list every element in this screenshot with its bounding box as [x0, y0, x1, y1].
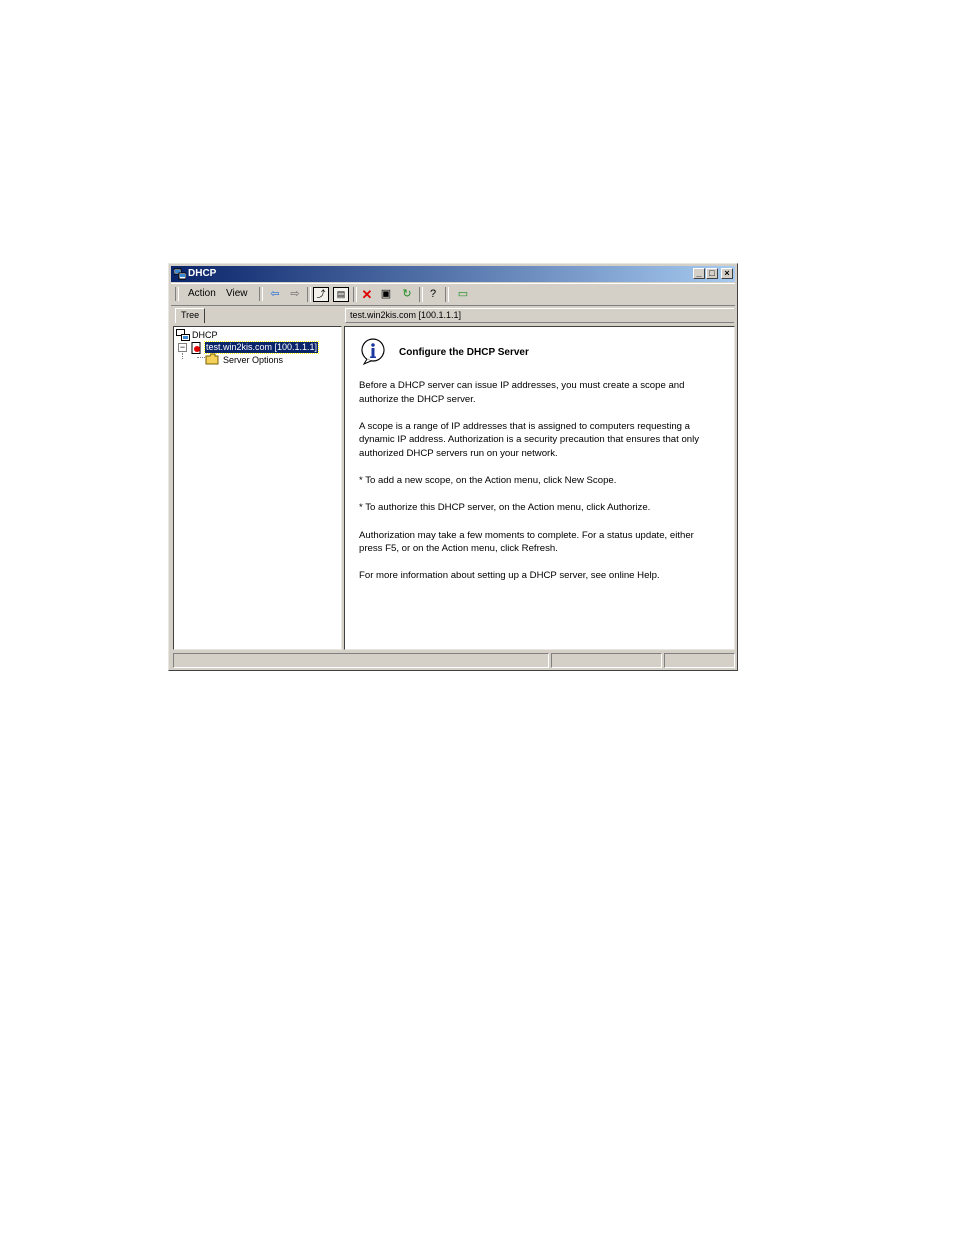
close-icon: ×	[724, 268, 730, 278]
help-text: Before a DHCP server can issue IP addres…	[359, 379, 709, 597]
toolbar-separator	[353, 287, 357, 302]
menu-toolbar: Action View ⇦ ⇨ ⤴ ▤ ✕ ▣ ↻ ? ▭	[171, 283, 735, 306]
maximize-button[interactable]: □	[706, 268, 718, 279]
menu-grip[interactable]	[175, 287, 179, 301]
close-button[interactable]: ×	[721, 268, 733, 279]
tree-node-server-options[interactable]: Server Options	[223, 355, 283, 366]
minimize-icon: _	[696, 268, 702, 278]
menu-view[interactable]: View	[226, 288, 248, 299]
tree-node-dhcp[interactable]: DHCP	[192, 330, 218, 341]
status-bar	[173, 653, 735, 668]
info-icon	[361, 338, 385, 365]
paragraph-scope: A scope is a range of IP addresses that …	[359, 420, 700, 459]
refresh-icon[interactable]: ↻	[399, 287, 415, 302]
status-cell	[664, 653, 735, 668]
tab-tree[interactable]: Tree	[175, 308, 205, 323]
status-cell	[551, 653, 662, 668]
show-hide-tree-icon[interactable]: ▤	[333, 287, 349, 302]
window-title: DHCP	[188, 268, 217, 279]
paragraph-new-scope: * To add a new scope, on the Action menu…	[359, 475, 617, 487]
dhcp-app-icon	[174, 268, 186, 280]
dhcp-root-icon	[176, 329, 190, 341]
back-arrow-icon[interactable]: ⇦	[267, 287, 283, 302]
properties-icon[interactable]: ▣	[378, 287, 394, 302]
minimize-button[interactable]: _	[693, 268, 705, 279]
details-pane: Configure the DHCP Server Before a DHCP …	[344, 326, 735, 650]
toolbar-separator	[445, 287, 449, 302]
tree-tab-strip: Tree	[173, 308, 341, 323]
page-title: Configure the DHCP Server	[399, 347, 529, 358]
server-icon	[191, 342, 201, 354]
details-header: test.win2kis.com [100.1.1.1]	[345, 308, 734, 323]
tree-connector	[182, 353, 183, 359]
folder-icon	[205, 353, 219, 365]
toolbar-separator	[419, 287, 423, 302]
tree-node-server[interactable]: test.win2kis.com [100.1.1.1]	[203, 341, 320, 354]
help-icon[interactable]: ?	[425, 287, 441, 302]
paragraph-intro: Before a DHCP server can issue IP addres…	[359, 380, 685, 405]
paragraph-refresh: Authorization may take a few moments to …	[359, 529, 694, 555]
dhcp-window: DHCP _ □ × Action View ⇦ ⇨ ⤴ ▤ ✕ ▣ ↻ ? ▭…	[168, 263, 738, 671]
collapse-toggle[interactable]: −	[178, 343, 187, 352]
forward-arrow-icon[interactable]: ⇨	[287, 287, 303, 302]
toolbar-separator	[307, 287, 311, 302]
tree-pane: DHCP − test.win2kis.com [100.1.1.1] Serv…	[173, 326, 342, 650]
delete-icon[interactable]: ✕	[359, 287, 375, 302]
paragraph-authorize: * To authorize this DHCP server, on the …	[359, 502, 651, 514]
paragraph-help: For more information about setting up a …	[359, 570, 660, 582]
toolbar-grip[interactable]	[259, 287, 263, 301]
up-folder-icon[interactable]: ⤴	[313, 287, 329, 302]
menu-action[interactable]: Action	[188, 288, 216, 299]
status-cell	[173, 653, 549, 668]
title-bar[interactable]: DHCP _ □ ×	[171, 266, 735, 282]
monitor-icon[interactable]: ▭	[455, 287, 471, 302]
maximize-icon: □	[709, 268, 715, 278]
